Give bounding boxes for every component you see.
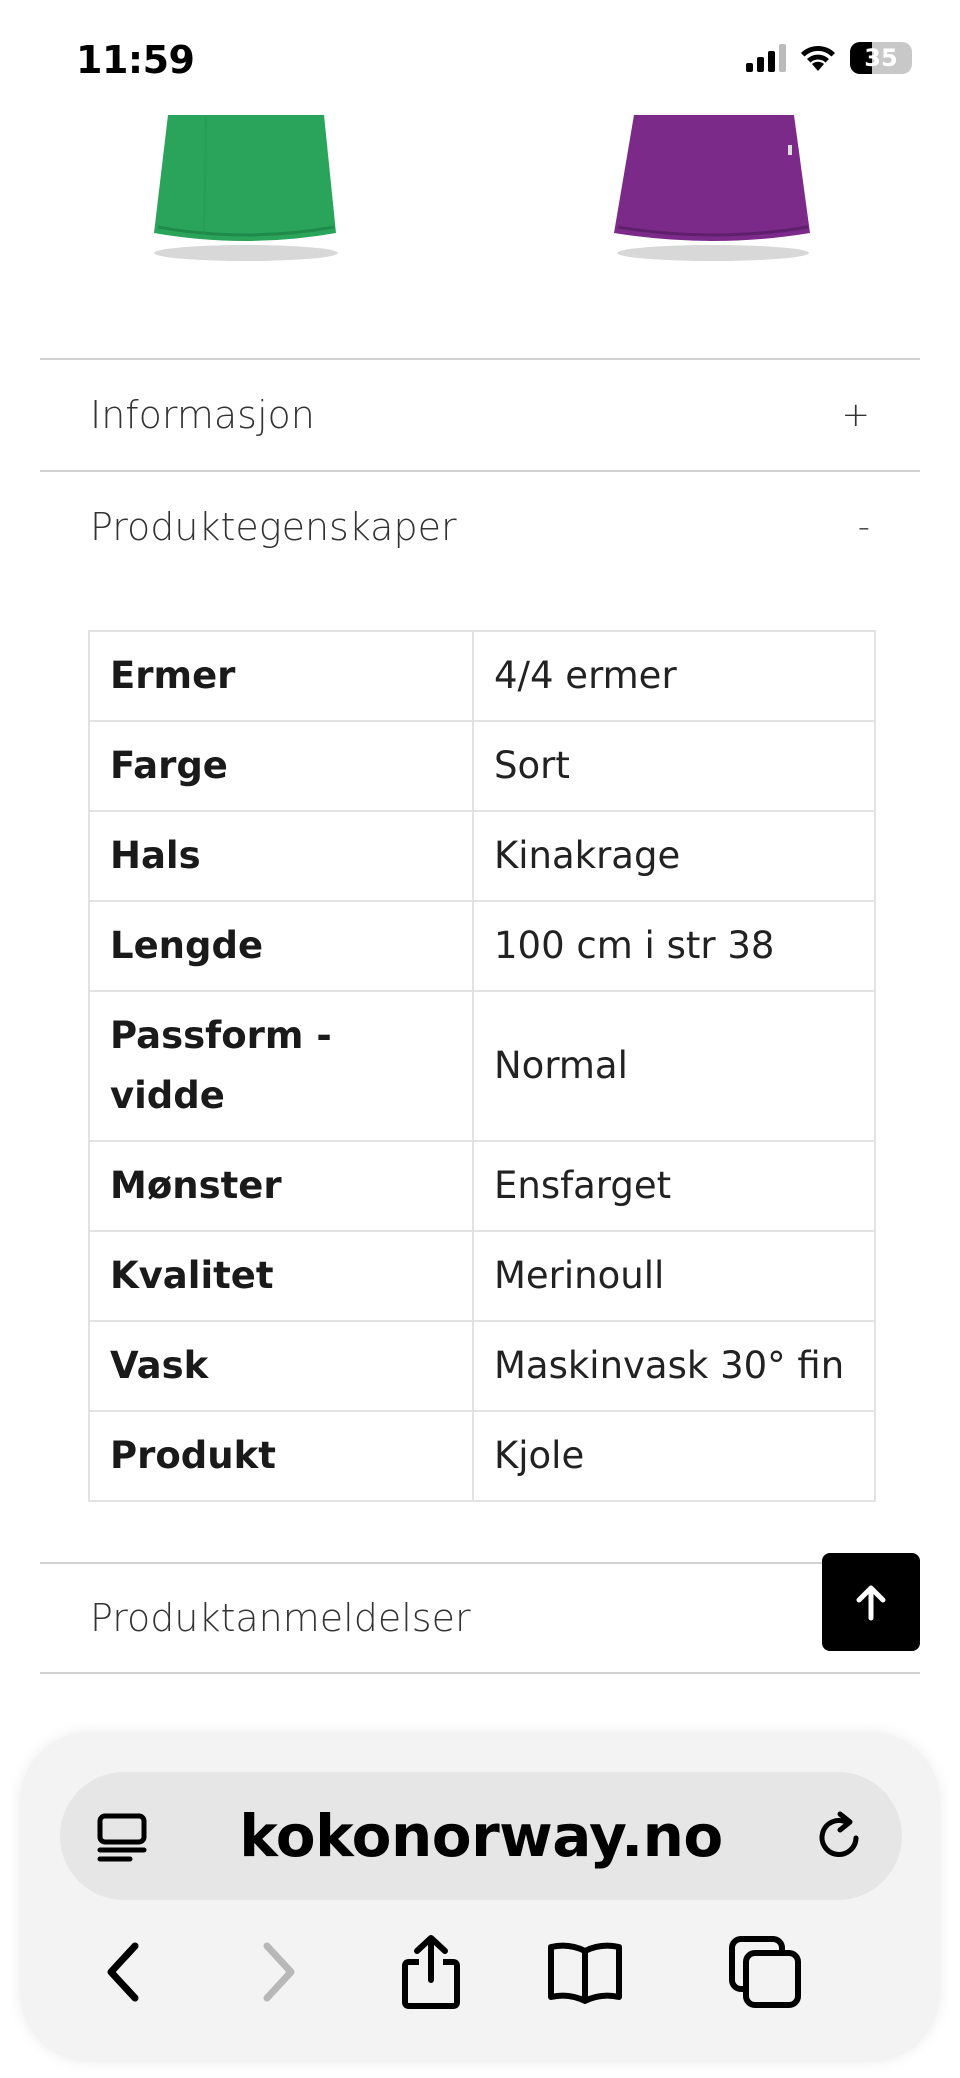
arrow-up-icon: [856, 1585, 886, 1621]
green-dress-image[interactable]: [146, 115, 346, 265]
property-value: Merinoull: [472, 1230, 876, 1322]
collapse-icon: -: [857, 507, 870, 547]
accordion-informasjon[interactable]: Informasjon +: [40, 360, 920, 470]
property-value: Maskinvask 30° fin: [472, 1320, 876, 1412]
book-icon: [548, 1942, 622, 2004]
wifi-icon: [801, 45, 835, 71]
share-button[interactable]: [386, 1927, 476, 2017]
url-text: kokonorway.no: [239, 1802, 723, 1870]
address-bar[interactable]: kokonorway.no: [60, 1772, 902, 1900]
property-value: 100 cm i str 38: [472, 900, 876, 992]
property-key: Ermer: [88, 630, 474, 722]
property-key: Lengde: [88, 900, 474, 992]
property-key: Vask: [88, 1320, 474, 1412]
property-value: Normal: [472, 990, 876, 1142]
property-key: Passform - vidde: [88, 990, 474, 1142]
share-icon: [402, 1935, 460, 2009]
forward-button[interactable]: [234, 1927, 324, 2017]
table-row: Hals Kinakrage: [88, 810, 876, 902]
accordion-informasjon-label: Informasjon: [90, 393, 315, 437]
table-row: Lengde 100 cm i str 38: [88, 900, 876, 992]
accordion-produktegenskaper-label: Produktegenskaper: [90, 505, 457, 549]
back-to-top-button[interactable]: [822, 1553, 920, 1651]
table-row: Vask Maskinvask 30° fin: [88, 1320, 876, 1412]
cellular-signal-icon: [746, 44, 786, 72]
table-row: Kvalitet Merinoull: [88, 1230, 876, 1322]
property-value: 4/4 ermer: [472, 630, 876, 722]
accordion-produktanmeldelser[interactable]: Produktanmeldelser: [40, 1563, 920, 1673]
chevron-left-icon: [107, 1942, 139, 2002]
property-key: Produkt: [88, 1410, 474, 1502]
table-row: Passform - vidde Normal: [88, 990, 876, 1142]
property-value: Kjole: [472, 1410, 876, 1502]
property-value: Ensfarget: [472, 1140, 876, 1232]
product-properties-table: Ermer 4/4 ermer Farge Sort Hals Kinakrag…: [88, 630, 876, 1502]
bookmarks-button[interactable]: [540, 1927, 630, 2017]
purple-dress-image[interactable]: [608, 115, 818, 265]
table-row: Ermer 4/4 ermer: [88, 630, 876, 722]
chevron-right-icon: [263, 1942, 295, 2002]
battery-icon: 35: [850, 42, 912, 74]
table-row: Produkt Kjole: [88, 1410, 876, 1502]
status-bar: 11:59 35: [0, 0, 960, 115]
table-row: Mønster Ensfarget: [88, 1140, 876, 1232]
back-button[interactable]: [78, 1927, 168, 2017]
status-icons: 35: [746, 42, 912, 74]
expand-icon: +: [841, 395, 871, 435]
property-value: Sort: [472, 720, 876, 812]
divider: [40, 1672, 920, 1674]
tabs-icon: [729, 1936, 801, 2008]
reload-icon[interactable]: [812, 1810, 866, 1868]
accordion-produktegenskaper[interactable]: Produktegenskaper -: [40, 472, 920, 582]
property-key: Hals: [88, 810, 474, 902]
property-key: Kvalitet: [88, 1230, 474, 1322]
property-key: Farge: [88, 720, 474, 812]
property-value: Kinakrage: [472, 810, 876, 902]
product-thumbnails: [0, 115, 960, 265]
browser-toolbar: kokonorway.no: [20, 1732, 940, 2062]
battery-level: 35: [864, 44, 898, 72]
property-key: Mønster: [88, 1140, 474, 1232]
status-time: 11:59: [76, 38, 195, 82]
tabs-button[interactable]: [720, 1927, 810, 2017]
accordion-produktanmeldelser-label: Produktanmeldelser: [90, 1596, 471, 1640]
table-row: Farge Sort: [88, 720, 876, 812]
